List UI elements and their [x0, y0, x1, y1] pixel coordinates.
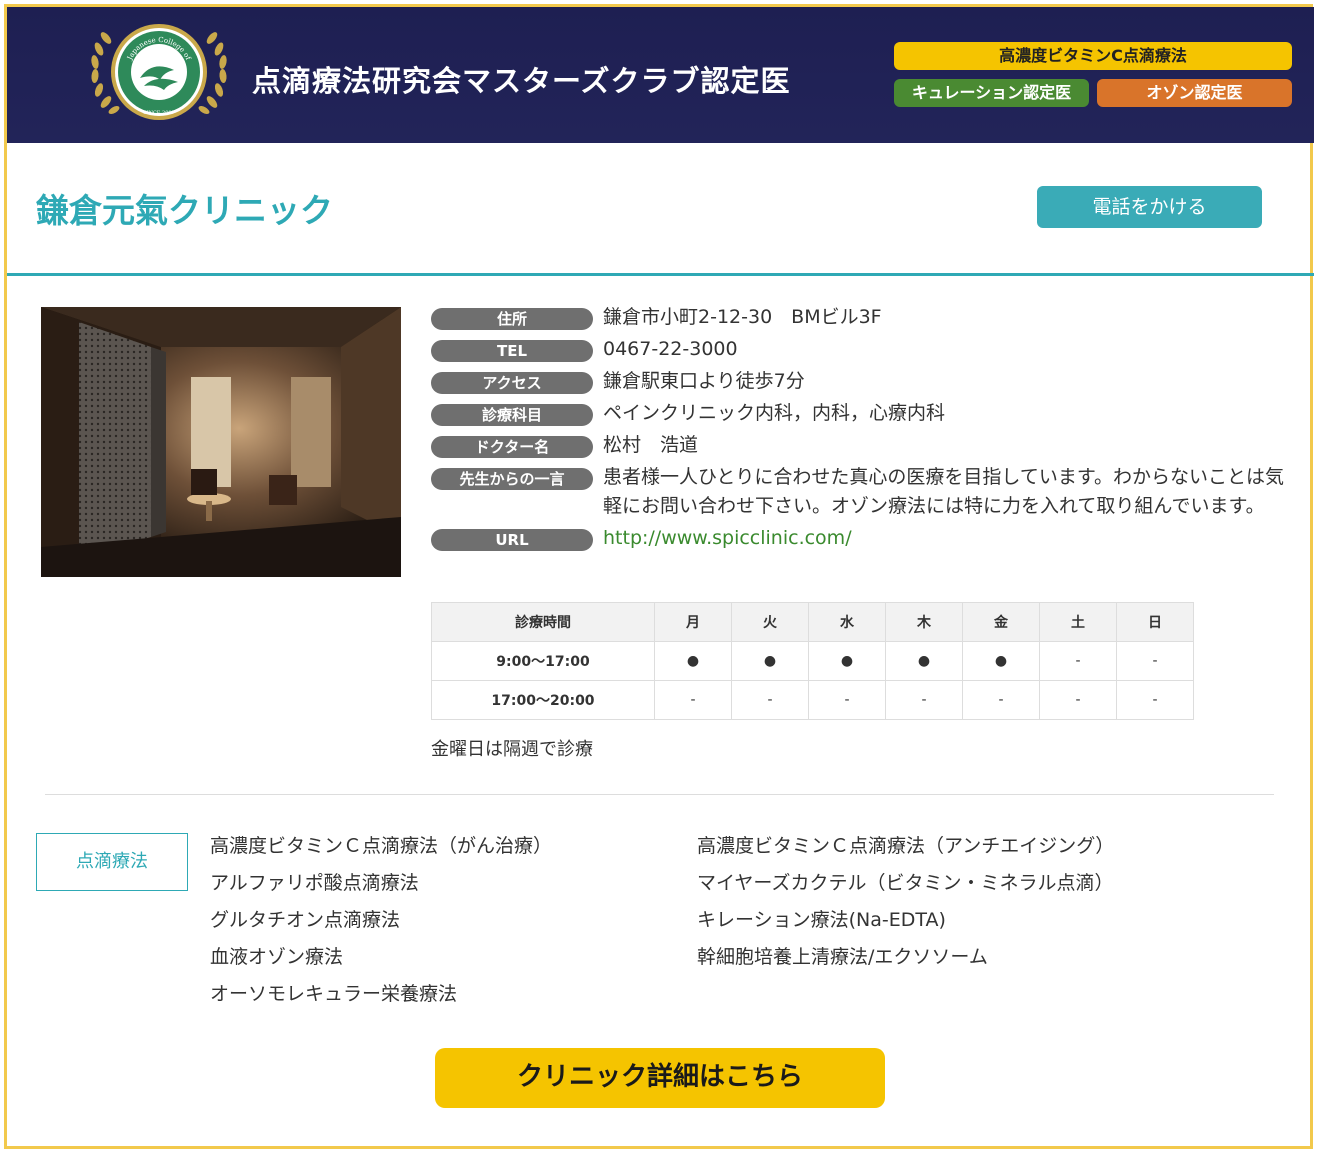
access-value: 鎌倉駅東口より徒歩7分	[603, 370, 805, 392]
clinic-info-list: 住所 鎌倉市小町2-12-30 BMビル3F TEL 0467-22-3000 …	[431, 306, 1301, 559]
call-button[interactable]: 電話をかける	[1037, 186, 1262, 228]
logo-since: SINCE 2007	[143, 110, 175, 116]
hours-header-cell: 木	[885, 602, 963, 642]
hours-cell: -	[1039, 680, 1117, 720]
list-item: 血液オゾン療法	[210, 946, 344, 968]
hours-time-cell: 9:00〜17:00	[431, 641, 655, 681]
clinic-name: 鎌倉元氣クリニック	[36, 191, 333, 230]
website-link[interactable]: http://www.spicclinic.com/	[603, 524, 852, 553]
info-label: アクセス	[431, 372, 593, 394]
hours-header-cell: 火	[731, 602, 809, 642]
hours-header-cell: 水	[808, 602, 886, 642]
page-title: 点滴療法研究会マスターズクラブ認定医	[252, 64, 791, 98]
hours-cell: -	[654, 680, 732, 720]
hours-header-cell: 金	[962, 602, 1040, 642]
info-row-message: 先生からの一言 患者様一人ひとりに合わせた真心の医療を目指しています。わからない…	[431, 466, 1301, 521]
info-label: URL	[431, 529, 593, 551]
hours-cell: ●	[731, 641, 809, 681]
badge-vitamin-c: 高濃度ビタミンC点滴療法	[894, 42, 1292, 70]
departments-value: ペインクリニック内科，内科，心療内科	[603, 402, 946, 424]
list-item: アルファリポ酸点滴療法	[210, 872, 419, 894]
therapy-category-tag: 点滴療法	[36, 833, 188, 891]
hours-cell: ●	[808, 641, 886, 681]
hours-cell: -	[808, 680, 886, 720]
info-label: ドクター名	[431, 436, 593, 458]
doctor-message: 患者様一人ひとりに合わせた真心の医療を目指しています。わからないことは気軽にお問…	[603, 466, 1284, 517]
hours-cell: -	[1116, 680, 1194, 720]
hours-cell: -	[731, 680, 809, 720]
hours-cell: ●	[962, 641, 1040, 681]
clinic-detail-button[interactable]: クリニック詳細はこちら	[435, 1048, 885, 1108]
tel-value[interactable]: 0467-22-3000	[603, 335, 738, 364]
hours-header-cell: 診療時間	[431, 602, 655, 642]
clinic-photo	[41, 307, 401, 577]
hours-header-row: 診療時間 月 火 水 木 金 土 日	[431, 602, 1194, 642]
table-row: 9:00〜17:00 ● ● ● ● ● - -	[431, 641, 1194, 681]
section-divider	[7, 273, 1314, 276]
therapy-list-left: 高濃度ビタミンＣ点滴療法（がん治療） アルファリポ酸点滴療法 グルタチオン点滴療…	[210, 832, 552, 1017]
hours-header-cell: 日	[1116, 602, 1194, 642]
therapy-list-right: 高濃度ビタミンＣ点滴療法（アンチエイジング） マイヤーズカクテル（ビタミン・ミネ…	[697, 832, 1114, 980]
info-row-doctor: ドクター名 松村 浩道	[431, 434, 1301, 460]
info-label: 住所	[431, 308, 593, 330]
list-item: グルタチオン点滴療法	[210, 909, 401, 931]
hours-cell: -	[1116, 641, 1194, 681]
address-value: 鎌倉市小町2-12-30 BMビル3F	[603, 306, 882, 328]
table-row: 17:00〜20:00 - - - - - - -	[431, 680, 1194, 720]
info-row-departments: 診療科目 ペインクリニック内科，内科，心療内科	[431, 402, 1301, 428]
info-row-tel: TEL 0467-22-3000	[431, 338, 1301, 364]
badge-ozone: オゾン認定医	[1097, 79, 1292, 107]
info-label: 先生からの一言	[431, 468, 593, 490]
list-item: 幹細胞培養上清療法/エクソソーム	[697, 946, 988, 968]
list-item: 高濃度ビタミンＣ点滴療法（がん治療）	[210, 835, 553, 857]
hours-cell: -	[962, 680, 1040, 720]
doctor-value: 松村 浩道	[603, 434, 699, 456]
hours-cell: -	[885, 680, 963, 720]
list-item: マイヤーズカクテル（ビタミン・ミネラル点滴）	[697, 872, 1114, 894]
info-row-address: 住所 鎌倉市小町2-12-30 BMビル3F	[431, 306, 1301, 332]
info-label: TEL	[431, 340, 593, 362]
hours-time-cell: 17:00〜20:00	[431, 680, 655, 720]
hours-note: 金曜日は隔週で診療	[431, 739, 593, 760]
hours-header-cell: 月	[654, 602, 732, 642]
hours-cell: ●	[885, 641, 963, 681]
info-row-access: アクセス 鎌倉駅東口より徒歩7分	[431, 370, 1301, 396]
hours-table: 診療時間 月 火 水 木 金 土 日 9:00〜17:00 ● ● ● ● ● …	[431, 602, 1194, 720]
section-divider	[45, 794, 1274, 795]
association-logo: Japanese College of SINCE 2007	[91, 24, 227, 120]
list-item: オーソモレキュラー栄養療法	[210, 983, 458, 1005]
hours-cell: -	[1039, 641, 1117, 681]
hours-cell: ●	[654, 641, 732, 681]
list-item: キレーション療法(Na-EDTA)	[697, 909, 946, 931]
badge-chelation: キュレーション認定医	[894, 79, 1089, 107]
info-row-url: URL http://www.spicclinic.com/	[431, 527, 1301, 553]
info-label: 診療科目	[431, 404, 593, 426]
hours-header-cell: 土	[1039, 602, 1117, 642]
list-item: 高濃度ビタミンＣ点滴療法（アンチエイジング）	[697, 835, 1115, 857]
